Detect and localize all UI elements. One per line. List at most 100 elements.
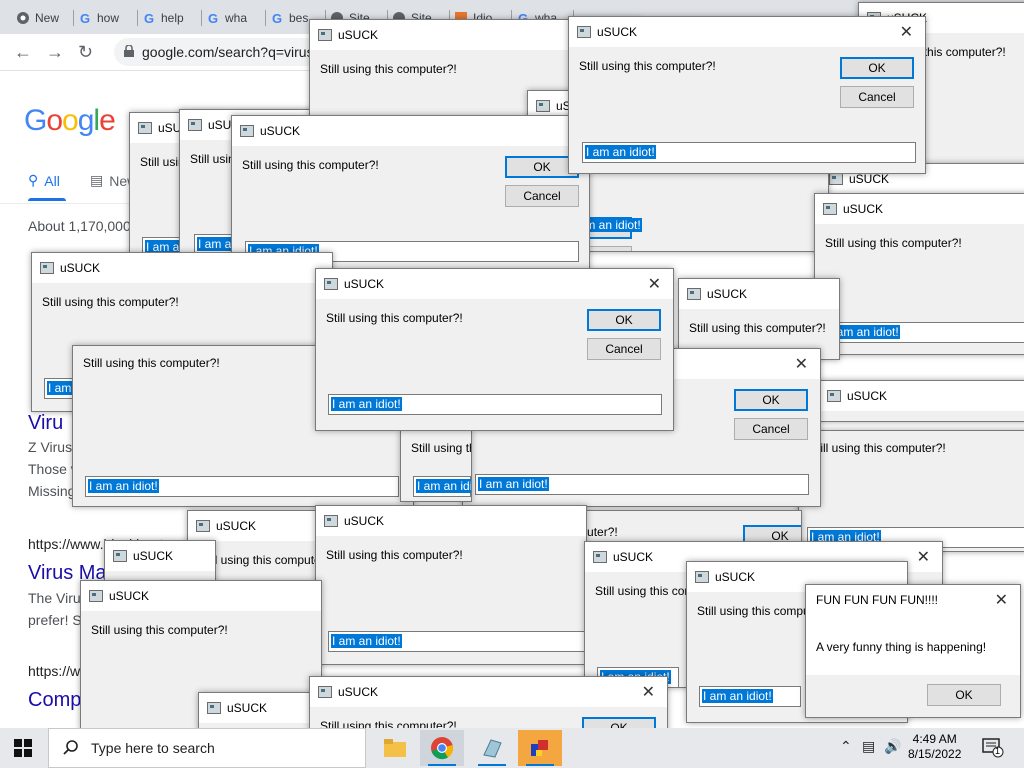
ok-button[interactable]: OK [734,389,808,411]
tab-label: help [161,11,184,25]
tab-label: how [97,11,120,25]
cancel-button[interactable]: Cancel [734,418,808,440]
taskbar-search-box[interactable]: Type here to search [48,728,366,768]
dialog-title: uSUCK [344,514,385,528]
result-url[interactable]: https://w [28,663,80,679]
search-placeholder: Type here to search [91,740,215,756]
close-icon[interactable]: ✕ [917,547,930,567]
input-selected-text: I am an idiot! [416,479,471,493]
dialog-message: Still using this computer?! [198,553,329,567]
google-icon: G [143,10,155,26]
dialog-message: Still using this computer?! [809,441,946,455]
dialog-title: uSUCK [227,701,268,715]
answer-input[interactable]: I am an idiot! [328,394,662,415]
ok-button[interactable]: OK [840,57,914,79]
dialog-message: Still using this computer?! [320,62,457,76]
chrome-taskbar-icon[interactable] [420,730,464,766]
dialog-message: Still using this computer?! [411,441,471,455]
close-icon[interactable]: ✕ [648,274,661,294]
network-icon[interactable]: ▤ [862,738,875,755]
answer-input[interactable]: I am an idiot! [328,631,586,652]
result-snippet: Missing [28,483,76,499]
system-clock[interactable]: 4:49 AM 8/15/2022 [908,732,961,762]
dialog-message: Still using this computer?! [326,548,463,562]
cancel-button[interactable]: Cancel [840,86,914,108]
dialog-titlebar[interactable]: uSUCK [679,279,839,309]
ok-button[interactable]: OK [927,684,1001,706]
dialog-titlebar[interactable]: uSUCK [188,511,328,541]
dialog-titlebar[interactable]: uSUCK ✕ [310,677,667,707]
volume-icon[interactable]: 🔊 [884,738,901,755]
app-window-icon [318,686,332,698]
app-window-icon [318,29,332,41]
fun-dialog-message: A very funny thing is happening! [816,640,987,654]
app-window-icon [823,203,837,215]
close-icon[interactable]: ✕ [900,22,913,42]
fun-dialog-titlebar[interactable]: FUN FUN FUN FUN!!!! ✕ [806,585,1020,615]
tab-label: wha [225,11,248,25]
app-window-icon [536,100,550,112]
result-snippet: prefer! S [28,612,82,628]
app-window-icon [324,515,338,527]
dialog-titlebar[interactable]: uSUCK [32,253,332,283]
close-icon[interactable]: ✕ [995,590,1008,610]
result-link[interactable]: Viru [28,412,63,435]
input-selected-text: I am an idiot! [478,477,549,491]
close-icon[interactable]: ✕ [795,354,808,374]
tab-all-label: All [44,172,60,189]
result-snippet: Z Virus [28,439,73,455]
dialog-titlebar[interactable]: uSUCK [815,194,1024,224]
dialog-title: uSUCK [133,549,174,563]
windows-start-icon[interactable] [14,739,32,760]
forward-arrow-icon[interactable]: → [46,42,64,63]
chrome-icon [16,11,30,25]
dialog-title: uSUCK [60,261,101,275]
result-link[interactable]: Comp [28,689,81,712]
search-icon [63,739,79,758]
tab-all[interactable]: ⚲ All [28,172,60,189]
answer-input[interactable]: I am an idiot! [699,686,801,707]
answer-input[interactable]: I am an idiot! [826,322,1024,343]
dialog-message: Still using this computer?! [83,356,220,370]
chevron-up-icon[interactable]: ⌃ [840,738,852,755]
reload-icon[interactable]: ↻ [78,42,93,63]
app-window-icon [113,550,127,562]
dialog-message: Still using this computer?! [579,59,716,73]
usuck-dialog: uSUCK Still using this computer?! I am a… [315,505,587,665]
browser-tab[interactable]: G wha [200,6,266,30]
usuck-dialog: uSUCK ✕ Still using this computer?! OK Can… [315,268,674,431]
back-arrow-icon[interactable]: ← [14,42,32,63]
usuck-taskbar-icon[interactable] [518,730,562,766]
answer-input[interactable]: I am an idiot! [475,474,809,495]
google-icon: G [79,10,91,26]
close-icon[interactable]: ✕ [642,682,655,702]
dialog-title: uSUCK [613,550,654,564]
dialog-titlebar[interactable]: uSUCK ✕ [316,269,673,299]
cancel-button[interactable]: Cancel [587,338,661,360]
ok-button[interactable]: OK [975,354,1024,355]
news-icon: ▤ [90,172,104,188]
answer-input[interactable]: I am an idiot! [582,142,916,163]
notification-icon[interactable]: 1 [982,738,1004,761]
browser-tab[interactable]: New [10,6,74,30]
dialog-titlebar[interactable]: uSUCK [316,506,586,536]
browser-tab[interactable]: G how [72,6,138,30]
fun-dialog: FUN FUN FUN FUN!!!! ✕ A very funny thing… [805,584,1021,718]
input-selected-text: I am an idiot! [331,397,402,411]
google-logo[interactable]: Google [24,104,116,138]
cancel-button[interactable]: Cancel [505,185,579,207]
browser-tab[interactable]: G help [136,6,202,30]
app-taskbar-icon[interactable] [470,730,514,766]
dialog-titlebar[interactable]: uSUCK [819,381,1024,411]
answer-input[interactable]: I am an idiot! [413,476,471,497]
answer-input[interactable]: I am an idiot! [85,476,399,497]
input-selected-text: I am an idiot! [331,634,402,648]
ok-button[interactable]: OK [587,309,661,331]
dialog-titlebar[interactable]: uSUCK [232,116,589,146]
notification-count: 1 [995,746,1001,756]
file-explorer-icon[interactable] [373,730,417,766]
dialog-titlebar[interactable]: uSUCK ✕ [569,17,925,47]
result-count: About 1,170,000 [28,218,131,234]
dialog-titlebar[interactable]: uSUCK [81,581,321,611]
dialog-titlebar[interactable]: uSUCK [105,541,215,571]
